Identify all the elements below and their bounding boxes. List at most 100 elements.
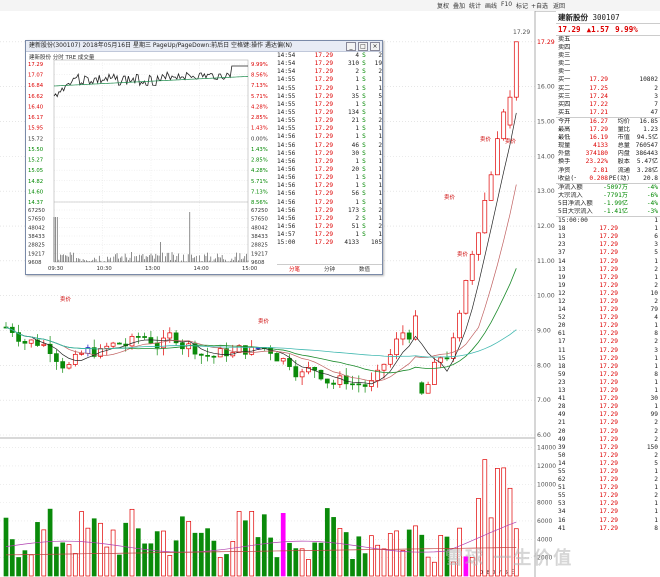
- intraday-tick-volume: 46: [351, 141, 359, 149]
- intraday-tick-volume: 30: [351, 149, 359, 157]
- intraday-tick-row: 14:56 17.29 2 S 1: [277, 215, 382, 223]
- tick-row: 49 17.29 2: [556, 436, 660, 444]
- intraday-tick-side: S: [362, 133, 366, 141]
- candle-body: [457, 312, 462, 339]
- tick-price: 17.29: [599, 419, 618, 427]
- candle-body: [60, 361, 66, 369]
- toolbar-draw-button[interactable]: 画线: [485, 1, 497, 10]
- volume-bar: [3, 517, 9, 577]
- volume-bar: [381, 548, 387, 577]
- tick-row: 39 17.29 150: [556, 444, 660, 452]
- intraday-chart[interactable]: 17.29 9.99% 17.07 8.56% 16.84 7.13% 16.62 5.71%…: [26, 52, 276, 272]
- order-book-row: 卖二: [556, 60, 660, 68]
- tick-time: 19: [558, 273, 566, 281]
- intraday-tick-time: 14:57: [277, 231, 296, 239]
- intraday-tick-price: 17.29: [314, 117, 333, 125]
- intraday-window-title[interactable]: 建新股份(300107) 2018年05月16日 星期三 PageUp/Page…: [26, 41, 382, 52]
- intraday-tick-side: S: [362, 157, 366, 165]
- tick-time: 20: [558, 427, 566, 435]
- tick-price: 17.29: [599, 298, 618, 305]
- intraday-tick-row: 14:55 17.29 1 S 1: [277, 101, 382, 109]
- toolbar-mark-button[interactable]: 标记: [516, 1, 528, 10]
- flow-value: -1.99亿: [603, 199, 628, 207]
- volume-bar: [306, 559, 311, 577]
- tick-time: 20: [558, 322, 566, 330]
- toolbar-back-button[interactable]: 返回: [553, 1, 565, 10]
- intraday-tick-time: 14:56: [277, 149, 296, 157]
- tick-price: 17.29: [599, 516, 618, 524]
- intraday-window[interactable]: 建新股份(300107) 2018年05月16日 星期三 PageUp/Page…: [25, 40, 383, 275]
- flow-value: -7791万: [603, 191, 628, 199]
- candle-body: [274, 353, 280, 362]
- tick-time: 13: [558, 387, 566, 395]
- intraday-tick-price: 17.29: [314, 133, 333, 141]
- stat-value: 23.22%: [585, 158, 608, 166]
- intraday-time-label: 14:00: [194, 266, 210, 272]
- tick-list-right[interactable]: 15:00:00 1 18 17.29 1 13 17.29 6 23 17.29 3 37 17.29…: [556, 217, 660, 533]
- stat-value: 94.5亿: [636, 134, 658, 142]
- tick-row: 23 17.29 1: [556, 379, 660, 387]
- candle-body: [444, 357, 450, 360]
- tick-volume: 3: [654, 346, 658, 354]
- order-book-volume: 10802: [639, 76, 658, 84]
- stat-key: 均价: [617, 117, 630, 125]
- intraday-tick-price: 17.29: [314, 239, 333, 247]
- intraday-tick-row: 15:00 17.29 4133 105: [277, 239, 382, 247]
- volume-axis-label: 8000: [537, 500, 552, 507]
- window-minimize-button[interactable]: _: [346, 42, 356, 51]
- intraday-tick-time: 14:54: [277, 60, 296, 68]
- intraday-price-label: 15.05: [28, 168, 43, 174]
- order-book-label: 买五: [558, 108, 571, 116]
- order-book-row: 买四 17.22 7: [556, 101, 660, 109]
- volume-bar: [243, 520, 248, 577]
- intraday-pct-label: 19217: [251, 251, 268, 257]
- candle-body: [280, 358, 286, 362]
- candle-body: [482, 200, 488, 234]
- tab-fenzhong[interactable]: 分钟: [312, 265, 347, 275]
- tab-fenbi[interactable]: 分笔: [277, 265, 312, 275]
- intraday-tick-list[interactable]: 14:54 17.29 4 S 2 14:54 17.29 310 S 19 14:54 17.29 2…: [277, 52, 382, 264]
- intraday-tick-volume: 20: [351, 165, 359, 173]
- window-maximize-button[interactable]: □: [358, 42, 368, 51]
- tick-row: 41 17.29 8: [556, 525, 660, 533]
- order-book-volume: [608, 68, 658, 76]
- candle-body: [54, 353, 59, 362]
- candle-body: [394, 338, 399, 356]
- intraday-tick-time: 14:56: [277, 222, 296, 230]
- tick-row: 23 17.29 3: [556, 241, 660, 249]
- intraday-tick-side: S: [362, 165, 366, 173]
- window-close-button[interactable]: ×: [370, 42, 380, 51]
- candle-body: [413, 315, 418, 340]
- intraday-tick-row: 14:56 17.29 46 S 2: [277, 142, 382, 150]
- stat-value: 16.19: [589, 134, 608, 142]
- toolbar-f10-button[interactable]: F10: [501, 1, 512, 8]
- tick-time: 53: [558, 500, 566, 508]
- intraday-tick-price: 17.29: [314, 100, 333, 108]
- intraday-price-label: 15.50: [28, 147, 44, 153]
- tick-price: 17.29: [599, 508, 618, 516]
- tick-price: 17.29: [599, 273, 618, 281]
- volume-bar: [261, 514, 267, 577]
- volume-bar: [331, 517, 336, 577]
- candle-body: [469, 253, 475, 281]
- intraday-tick-price: 17.29: [314, 141, 333, 149]
- stat-value: 3.28亿: [636, 166, 658, 174]
- toolbar-fuquan-button[interactable]: 复权: [437, 1, 449, 10]
- intraday-tick-row: 14:56 17.29 1 S 1: [277, 174, 382, 182]
- toolbar-add-fav-button[interactable]: +自选: [531, 1, 548, 10]
- volume-bar: [41, 529, 47, 577]
- tab-shuzhi[interactable]: 数值: [347, 265, 382, 275]
- stock-pct: 9.99%: [615, 25, 638, 34]
- toolbar-stats-button[interactable]: 统计: [469, 1, 481, 10]
- order-book-volume: [608, 52, 658, 60]
- tick-row: 41 17.29 30: [556, 395, 660, 403]
- candle-body: [205, 354, 210, 357]
- tick-volume: 2: [654, 451, 658, 459]
- candle-body: [117, 342, 122, 345]
- tick-price: 17.29: [599, 314, 618, 322]
- intraday-tick-volume: 1: [355, 182, 359, 190]
- intraday-tick-row: 14:56 17.29 56 S 1: [277, 190, 382, 198]
- intraday-tick-price: 17.29: [314, 222, 333, 230]
- intraday-tick-time: 14:55: [277, 84, 296, 92]
- toolbar-overlay-button[interactable]: 叠加: [453, 1, 465, 10]
